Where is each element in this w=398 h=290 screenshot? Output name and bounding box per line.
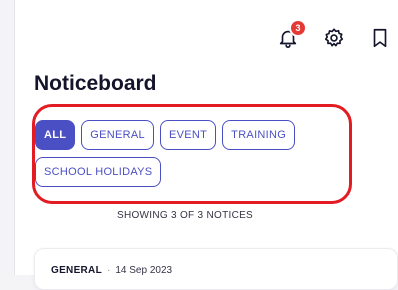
notice-meta: GENERAL · 14 Sep 2023	[51, 265, 172, 276]
notice-category: GENERAL	[51, 265, 102, 276]
gear-icon	[323, 27, 345, 54]
notice-card[interactable]: GENERAL · 14 Sep 2023	[34, 248, 398, 290]
notice-count-summary: SHOWING 3 OF 3 NOTICES	[116, 210, 254, 221]
filter-chip-general[interactable]: GENERAL	[81, 120, 154, 150]
bookmarks-button[interactable]	[368, 28, 392, 52]
notifications-button[interactable]: 3	[276, 21, 305, 52]
meta-separator: ·	[107, 265, 111, 276]
filter-chip-event[interactable]: EVENT	[159, 120, 217, 150]
page-title: Noticeboard	[34, 72, 157, 95]
noticeboard-panel: 3 Noticeboard ALL GENERAL EVENT TRAINING…	[14, 0, 398, 290]
bookmark-icon	[370, 27, 390, 54]
filter-chips: ALL GENERAL EVENT TRAINING SCHOOL HOLIDA…	[35, 120, 335, 187]
top-toolbar: 3	[276, 21, 392, 54]
notification-badge: 3	[291, 21, 305, 35]
filter-chip-school-holidays[interactable]: SCHOOL HOLIDAYS	[35, 157, 162, 187]
filter-chip-training[interactable]: TRAINING	[222, 120, 296, 150]
filter-chip-all[interactable]: ALL	[35, 120, 76, 150]
notice-date: 14 Sep 2023	[115, 265, 173, 276]
settings-button[interactable]	[322, 27, 346, 54]
